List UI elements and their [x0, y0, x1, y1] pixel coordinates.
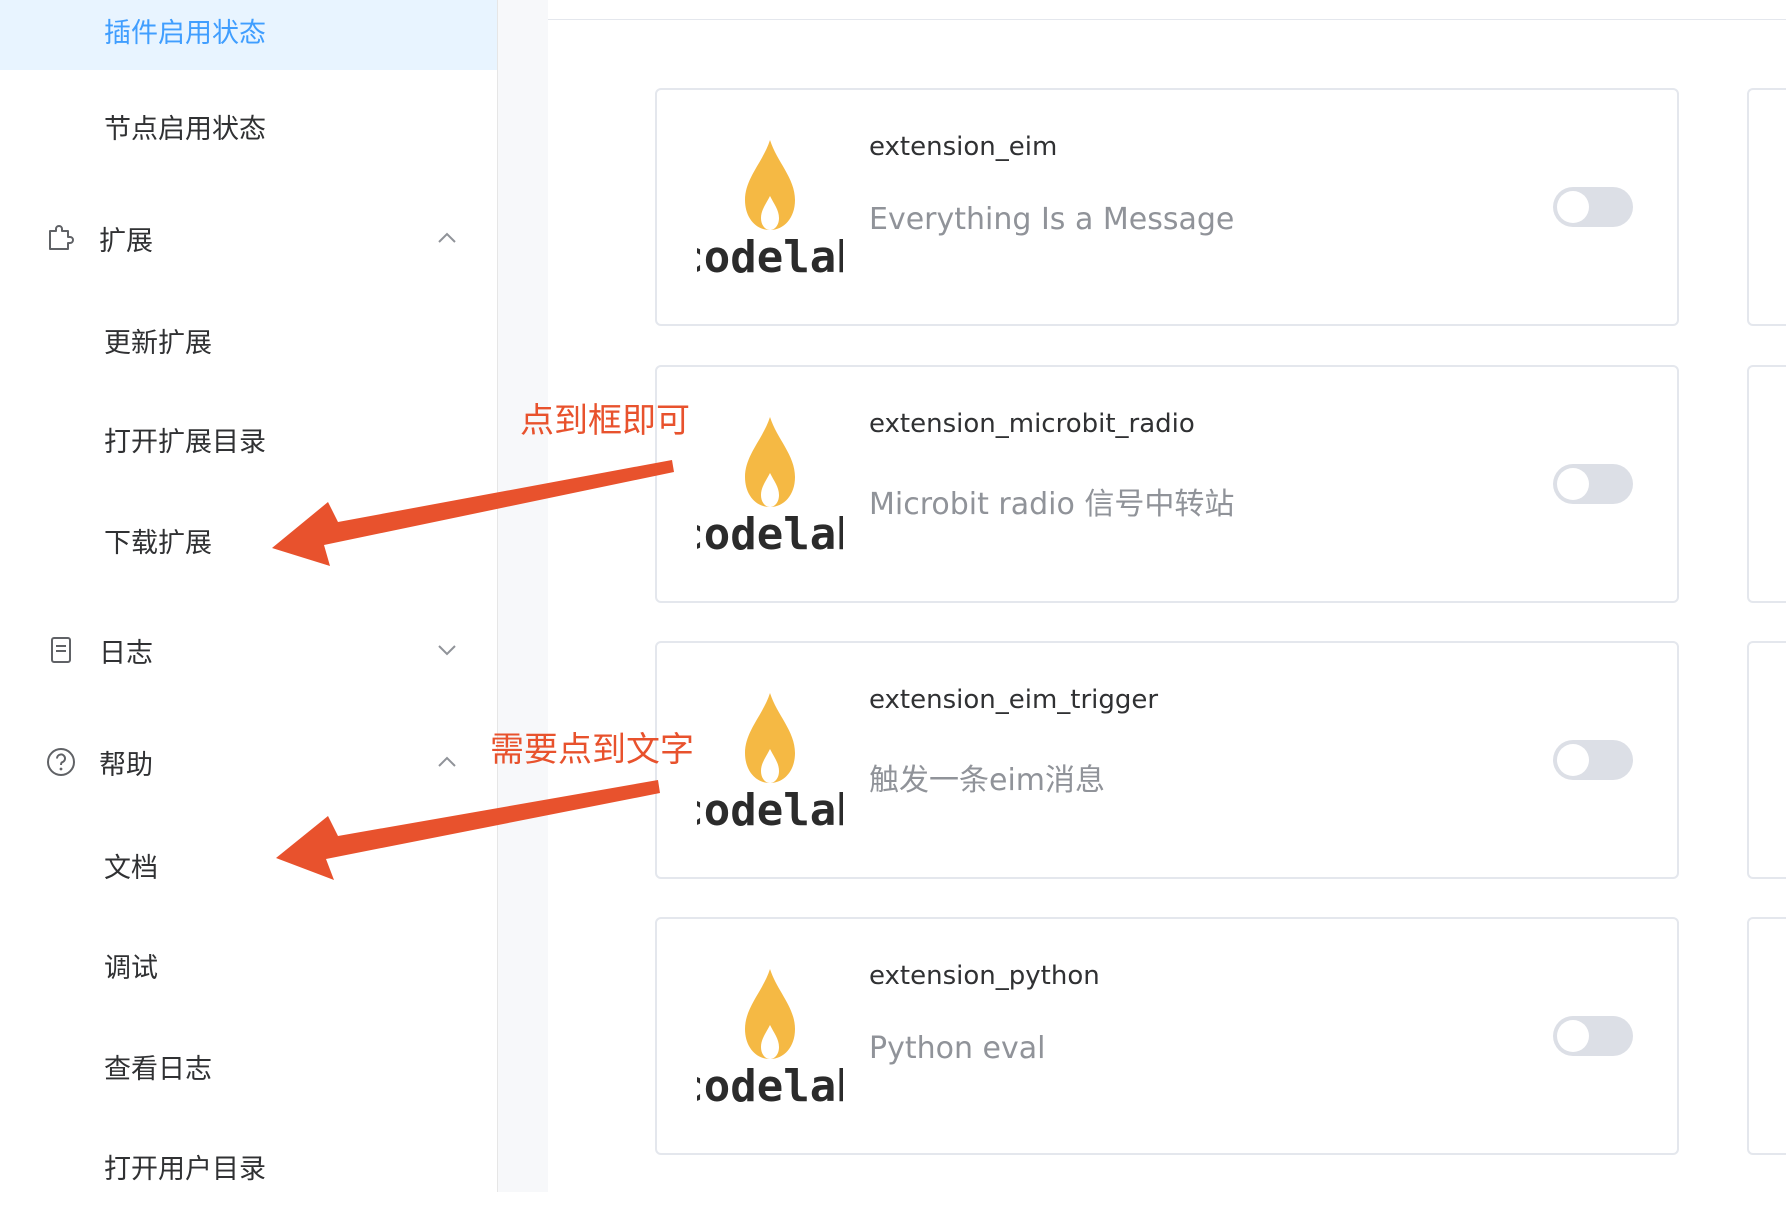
puzzle-icon	[45, 222, 77, 254]
svg-text:codelab: codelab	[697, 1061, 843, 1112]
sidebar-item-label: 插件启用状态	[104, 17, 266, 49]
extension-card[interactable]: codelab extension_eim_trigger 触发一条eim消息	[655, 641, 1679, 879]
sidebar: 插件启用状态 节点启用状态 扩展 更新扩展 打开扩展目录 下载扩展 日志 帮助 …	[0, 0, 498, 1192]
codelab-logo: codelab	[677, 967, 863, 1113]
sidebar-item-debug[interactable]: 调试	[0, 925, 497, 1005]
extension-enable-toggle[interactable]	[1553, 187, 1633, 227]
extension-enable-toggle[interactable]	[1553, 740, 1633, 780]
extension-card[interactable]: codelab extension_microbit_radio Microbi…	[655, 365, 1679, 603]
sidebar-item-label: 更新扩展	[104, 327, 212, 359]
document-icon	[45, 634, 77, 666]
sidebar-group-label: 日志	[99, 637, 153, 669]
sidebar-item-plugin-status[interactable]: 插件启用状态	[0, 0, 497, 70]
sidebar-group-help[interactable]: 帮助	[0, 722, 497, 802]
sidebar-item-open-user-dir[interactable]: 打开用户目录	[0, 1126, 497, 1206]
main-area: codelab extension_eim Everything Is a Me…	[498, 0, 1786, 1192]
extension-name: extension_eim	[869, 132, 1058, 162]
main-header	[548, 0, 1786, 20]
extension-name: extension_microbit_radio	[869, 409, 1195, 439]
sidebar-item-label: 调试	[104, 952, 158, 984]
sidebar-group-extensions[interactable]: 扩展	[0, 198, 497, 278]
sidebar-item-open-extension-dir[interactable]: 打开扩展目录	[0, 399, 497, 479]
sidebar-item-label: 打开扩展目录	[104, 426, 266, 458]
svg-text:codelab: codelab	[697, 232, 843, 283]
toggle-knob	[1557, 191, 1589, 223]
toggle-knob	[1557, 744, 1589, 776]
extension-description: Everything Is a Message	[869, 202, 1235, 237]
sidebar-item-label: 打开用户目录	[104, 1153, 266, 1185]
chevron-down-icon	[436, 639, 458, 661]
sidebar-group-label: 扩展	[99, 225, 153, 257]
sidebar-item-label: 查看日志	[104, 1053, 212, 1085]
chevron-up-icon	[436, 751, 458, 773]
extension-grid: codelab extension_eim Everything Is a Me…	[548, 20, 1786, 1192]
extension-card[interactable]: codelab extension_eim Everything Is a Me…	[655, 88, 1679, 326]
extension-card-partial[interactable]	[1747, 917, 1786, 1155]
svg-text:codelab: codelab	[697, 509, 843, 560]
sidebar-item-node-status[interactable]: 节点启用状态	[0, 86, 497, 166]
extension-enable-toggle[interactable]	[1553, 464, 1633, 504]
sidebar-item-view-logs[interactable]: 查看日志	[0, 1026, 497, 1106]
extension-name: extension_eim_trigger	[869, 685, 1159, 715]
codelab-logo: codelab	[677, 415, 863, 561]
sidebar-item-update-extensions[interactable]: 更新扩展	[0, 300, 497, 380]
sidebar-item-label: 文档	[104, 852, 158, 884]
chevron-up-icon	[436, 227, 458, 249]
toggle-knob	[1557, 1020, 1589, 1052]
extension-card[interactable]: codelab extension_python Python eval	[655, 917, 1679, 1155]
sidebar-item-label: 节点启用状态	[104, 113, 266, 145]
toggle-knob	[1557, 468, 1589, 500]
extension-description: Microbit radio 信号中转站	[869, 487, 1235, 522]
extension-description: 触发一条eim消息	[869, 763, 1106, 798]
sidebar-item-label: 下载扩展	[104, 527, 212, 559]
help-icon	[45, 746, 77, 778]
codelab-logo: codelab	[677, 138, 863, 284]
sidebar-group-logs[interactable]: 日志	[0, 610, 497, 690]
extension-card-partial[interactable]	[1747, 365, 1786, 603]
extension-name: extension_python	[869, 961, 1100, 991]
annotation-text: 点到框即可	[520, 401, 690, 441]
annotation-text: 需要点到文字	[490, 730, 694, 770]
sidebar-item-docs[interactable]: 文档	[0, 825, 497, 905]
sidebar-item-download-extensions[interactable]: 下载扩展	[0, 500, 497, 580]
codelab-logo: codelab	[677, 691, 863, 837]
extension-card-partial[interactable]	[1747, 641, 1786, 879]
extension-card-partial[interactable]	[1747, 88, 1786, 326]
sidebar-group-label: 帮助	[99, 749, 153, 781]
extension-description: Python eval	[869, 1031, 1046, 1066]
svg-text:codelab: codelab	[697, 785, 843, 836]
extension-enable-toggle[interactable]	[1553, 1016, 1633, 1056]
